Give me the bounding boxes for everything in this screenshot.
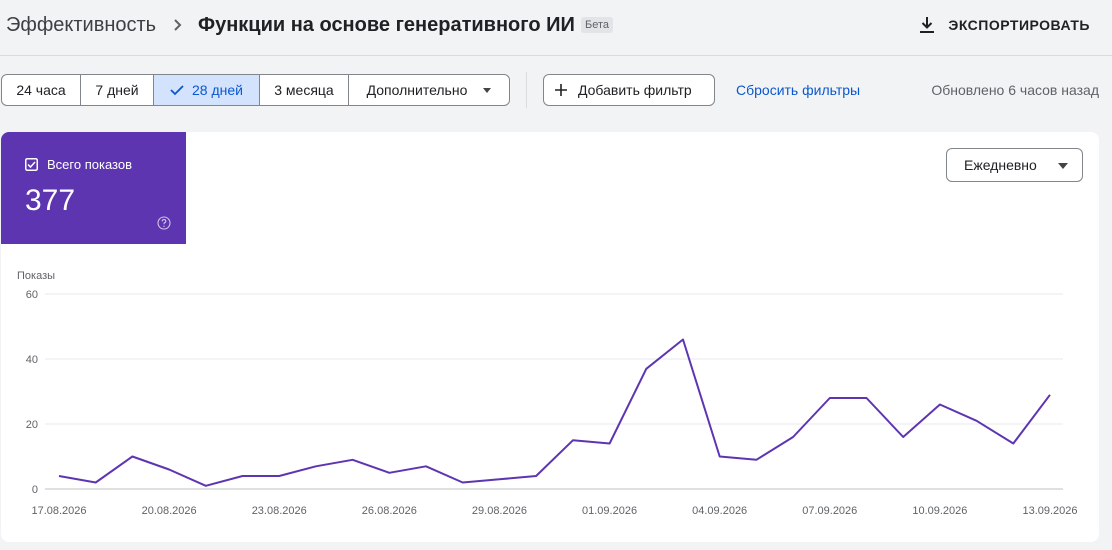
toolbar-divider xyxy=(526,72,527,108)
download-icon xyxy=(920,17,935,33)
add-filter-label: Добавить фильтр xyxy=(578,82,692,98)
export-label: ЭКСПОРТИРОВАТЬ xyxy=(948,17,1090,33)
x-tick-label: 26.08.2026 xyxy=(362,505,417,517)
date-range-selector: 24 часа 7 дней 28 дней 3 месяца Дополнит… xyxy=(1,74,510,106)
y-tick-label: 40 xyxy=(26,354,38,366)
x-tick-label: 23.08.2026 xyxy=(252,505,307,517)
x-tick-label: 01.09.2026 xyxy=(582,505,637,517)
range-more-dropdown[interactable]: Дополнительно xyxy=(349,75,509,105)
updated-status: Обновлено 6 часов назад xyxy=(931,82,1099,98)
x-tick-label: 29.08.2026 xyxy=(472,505,527,517)
range-7d-label: 7 дней xyxy=(95,82,139,98)
check-icon xyxy=(170,85,184,96)
y-tick-label: 0 xyxy=(32,484,38,496)
range-24h-button[interactable]: 24 часа xyxy=(2,75,81,105)
add-filter-button[interactable]: Добавить фильтр xyxy=(543,74,715,106)
export-button[interactable]: ЭКСПОРТИРОВАТЬ xyxy=(918,12,1090,38)
range-24h-label: 24 часа xyxy=(16,82,66,98)
chevron-right-icon xyxy=(174,19,182,31)
x-tick-label: 10.09.2026 xyxy=(912,505,967,517)
range-more-label: Дополнительно xyxy=(366,82,468,98)
y-tick-label: 20 xyxy=(26,419,38,431)
impressions-chart: 0 20 40 60 17.08.2026 20.08.2026 23.08.2026 26.… xyxy=(26,289,1078,517)
x-tick-label: 04.09.2026 xyxy=(692,505,747,517)
range-28d-label: 28 дней xyxy=(192,82,243,98)
plus-icon xyxy=(555,84,567,96)
page-title: Функции на основе генеративного ИИ xyxy=(198,14,575,36)
range-7d-button[interactable]: 7 дней xyxy=(81,75,154,105)
caret-down-icon xyxy=(483,87,492,93)
x-tick-label: 13.09.2026 xyxy=(1022,505,1077,517)
performance-card: Всего показов 377 Ежедневно Показы 0 20 40… xyxy=(1,132,1099,542)
x-tick-label: 17.08.2026 xyxy=(31,505,86,517)
beta-badge: Бета xyxy=(581,17,614,33)
breadcrumb-performance[interactable]: Эффективность xyxy=(6,14,156,37)
reset-filters-link[interactable]: Сбросить фильтры xyxy=(736,82,860,98)
x-tick-label: 20.08.2026 xyxy=(142,505,197,517)
y-tick-label: 60 xyxy=(26,289,38,301)
x-tick-label: 07.09.2026 xyxy=(802,505,857,517)
range-3m-button[interactable]: 3 месяца xyxy=(260,75,349,105)
range-28d-button[interactable]: 28 дней xyxy=(154,75,260,105)
series-line xyxy=(58,338,1051,487)
range-3m-label: 3 месяца xyxy=(274,82,334,98)
page-header: Эффективность Функции на основе генерати… xyxy=(0,0,1112,56)
